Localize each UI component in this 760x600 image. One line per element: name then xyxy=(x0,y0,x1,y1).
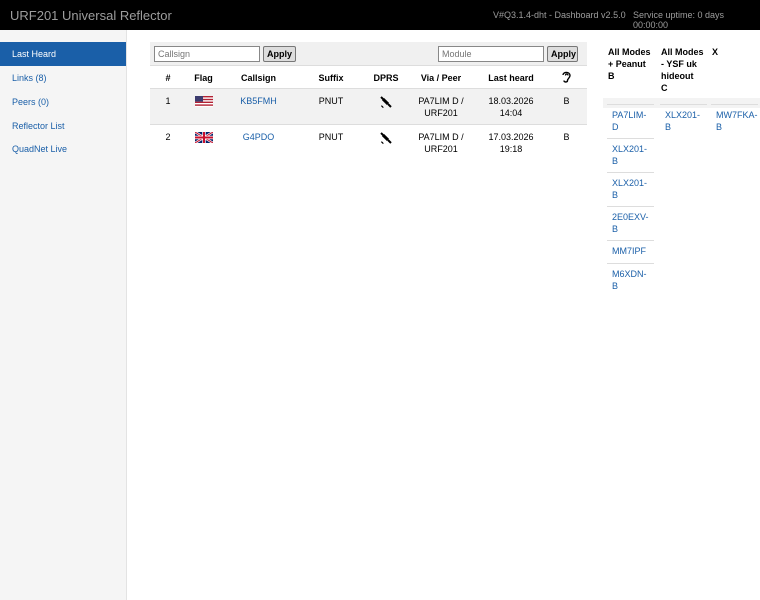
heard-date: 18.03.2026 xyxy=(488,95,534,106)
mode-column-peanut: PA7LIM- D XLX201- B XLX201- B 2E0EXV- B MM7I… xyxy=(607,104,654,297)
flag-cell xyxy=(186,87,221,124)
table-header-row: # Flag Callsign Suffix DPRS Via / Peer L… xyxy=(150,68,587,88)
callsign-link[interactable]: KB5FMH xyxy=(221,87,296,124)
col-header-module xyxy=(546,68,587,88)
via-peer-cell: PA7LIM D / URF201 xyxy=(406,123,476,160)
via-line2: URF201 xyxy=(424,143,458,154)
mode-entry[interactable]: XLX201- B xyxy=(607,138,654,172)
col-header-last-heard: Last heard xyxy=(488,72,534,83)
via-line2: URF201 xyxy=(424,107,458,118)
top-navbar: URF201 Universal Reflector V#Q3.1.4-dht … xyxy=(0,0,760,30)
uk-flag-icon xyxy=(194,131,213,143)
mode-header-x: X xyxy=(712,46,718,58)
mode-header-line: C xyxy=(661,83,668,93)
table-row: 1 KB5FMH PNUT PA7LIM D / URF201 18.03.202… xyxy=(150,87,587,124)
heard-time: 14:04 xyxy=(499,107,523,118)
via-peer-cell: PA7LIM D / URF201 xyxy=(406,87,476,124)
suffix-cell: PNUT xyxy=(296,87,366,124)
col-header-flag: Flag xyxy=(194,72,213,83)
mode-column-x: MW7FKA- B xyxy=(711,104,758,138)
suffix-cell: PNUT xyxy=(296,123,366,160)
sidebar: Last Heard Links (8) Peers (0) Reflector… xyxy=(0,30,127,600)
via-line1: PA7LIM D / xyxy=(418,131,464,142)
mode-header-peanut: All Modes + Peanut B xyxy=(608,46,651,82)
app-title[interactable]: URF201 Universal Reflector xyxy=(10,8,172,23)
row-number: 2 xyxy=(150,123,186,160)
mode-header-line: X xyxy=(712,47,719,57)
mode-entry[interactable]: M6XDN- B xyxy=(607,263,654,297)
dprs-cell xyxy=(366,87,406,124)
version-text: V#Q3.1.4-dht - Dashboard v2.5.0 xyxy=(493,10,626,20)
ear-icon xyxy=(562,71,571,83)
module-cell: B xyxy=(546,87,587,124)
mode-header-line: B xyxy=(608,71,615,81)
mode-column-ysf: XLX201- B xyxy=(660,104,707,138)
flag-cell xyxy=(186,123,221,160)
sidebar-item-quadnet-live[interactable]: QuadNet Live xyxy=(0,137,126,161)
callsign-apply-button[interactable]: Apply xyxy=(263,46,296,62)
callsign-link[interactable]: G4PDO xyxy=(221,123,296,160)
sidebar-item-links[interactable]: Links (8) xyxy=(0,66,126,90)
satellite-icon[interactable] xyxy=(379,95,393,109)
sidebar-item-last-heard[interactable]: Last Heard xyxy=(0,42,126,66)
mode-header-line: - YSF uk xyxy=(661,59,697,69)
col-header-suffix: Suffix xyxy=(318,72,344,83)
table-row: 2 G4PDO PNUT PA7LIM D / URF201 17.03.2026… xyxy=(150,123,587,160)
col-header-number: # xyxy=(165,72,171,83)
callsign-filter-input[interactable] xyxy=(154,46,260,62)
us-flag-icon xyxy=(194,95,213,107)
mode-header-ysf: All Modes - YSF uk hideout C xyxy=(661,46,704,94)
col-header-dprs: DPRS xyxy=(373,72,399,83)
last-heard-cell: 18.03.2026 14:04 xyxy=(476,87,546,124)
module-apply-button[interactable]: Apply xyxy=(547,46,578,62)
row-number: 1 xyxy=(150,87,186,124)
mode-entry[interactable]: PA7LIM- D xyxy=(607,104,654,138)
module-cell: B xyxy=(546,123,587,160)
uptime-text: Service uptime: 0 days 00:00:00 xyxy=(633,10,725,30)
col-header-callsign: Callsign xyxy=(240,72,276,83)
heard-date: 17.03.2026 xyxy=(488,131,534,142)
filter-bar: Apply Apply xyxy=(150,42,587,66)
mode-entry[interactable]: XLX201- B xyxy=(607,172,654,206)
dprs-cell xyxy=(366,123,406,160)
mode-header-line: hideout xyxy=(661,71,694,81)
satellite-icon[interactable] xyxy=(379,131,393,145)
mode-entry[interactable]: XLX201- B xyxy=(660,104,707,138)
mode-header-line: + Peanut xyxy=(608,59,646,69)
mode-entry[interactable]: 2E0EXV- B xyxy=(607,206,654,240)
module-filter-input[interactable] xyxy=(438,46,544,62)
mode-entry[interactable]: MW7FKA- B xyxy=(711,104,758,138)
sidebar-item-reflector-list[interactable]: Reflector List xyxy=(0,114,126,138)
last-heard-cell: 17.03.2026 19:18 xyxy=(476,123,546,160)
mode-header-line: All Modes xyxy=(608,47,651,57)
sidebar-item-peers[interactable]: Peers (0) xyxy=(0,90,126,114)
via-line1: PA7LIM D / xyxy=(418,95,464,106)
last-heard-table: # Flag Callsign Suffix DPRS Via / Peer L… xyxy=(150,68,587,160)
mode-entry[interactable]: MM7IPF xyxy=(607,240,654,263)
mode-header-line: All Modes xyxy=(661,47,704,57)
heard-time: 19:18 xyxy=(499,143,523,154)
col-header-via-peer: Via / Peer xyxy=(420,72,462,83)
